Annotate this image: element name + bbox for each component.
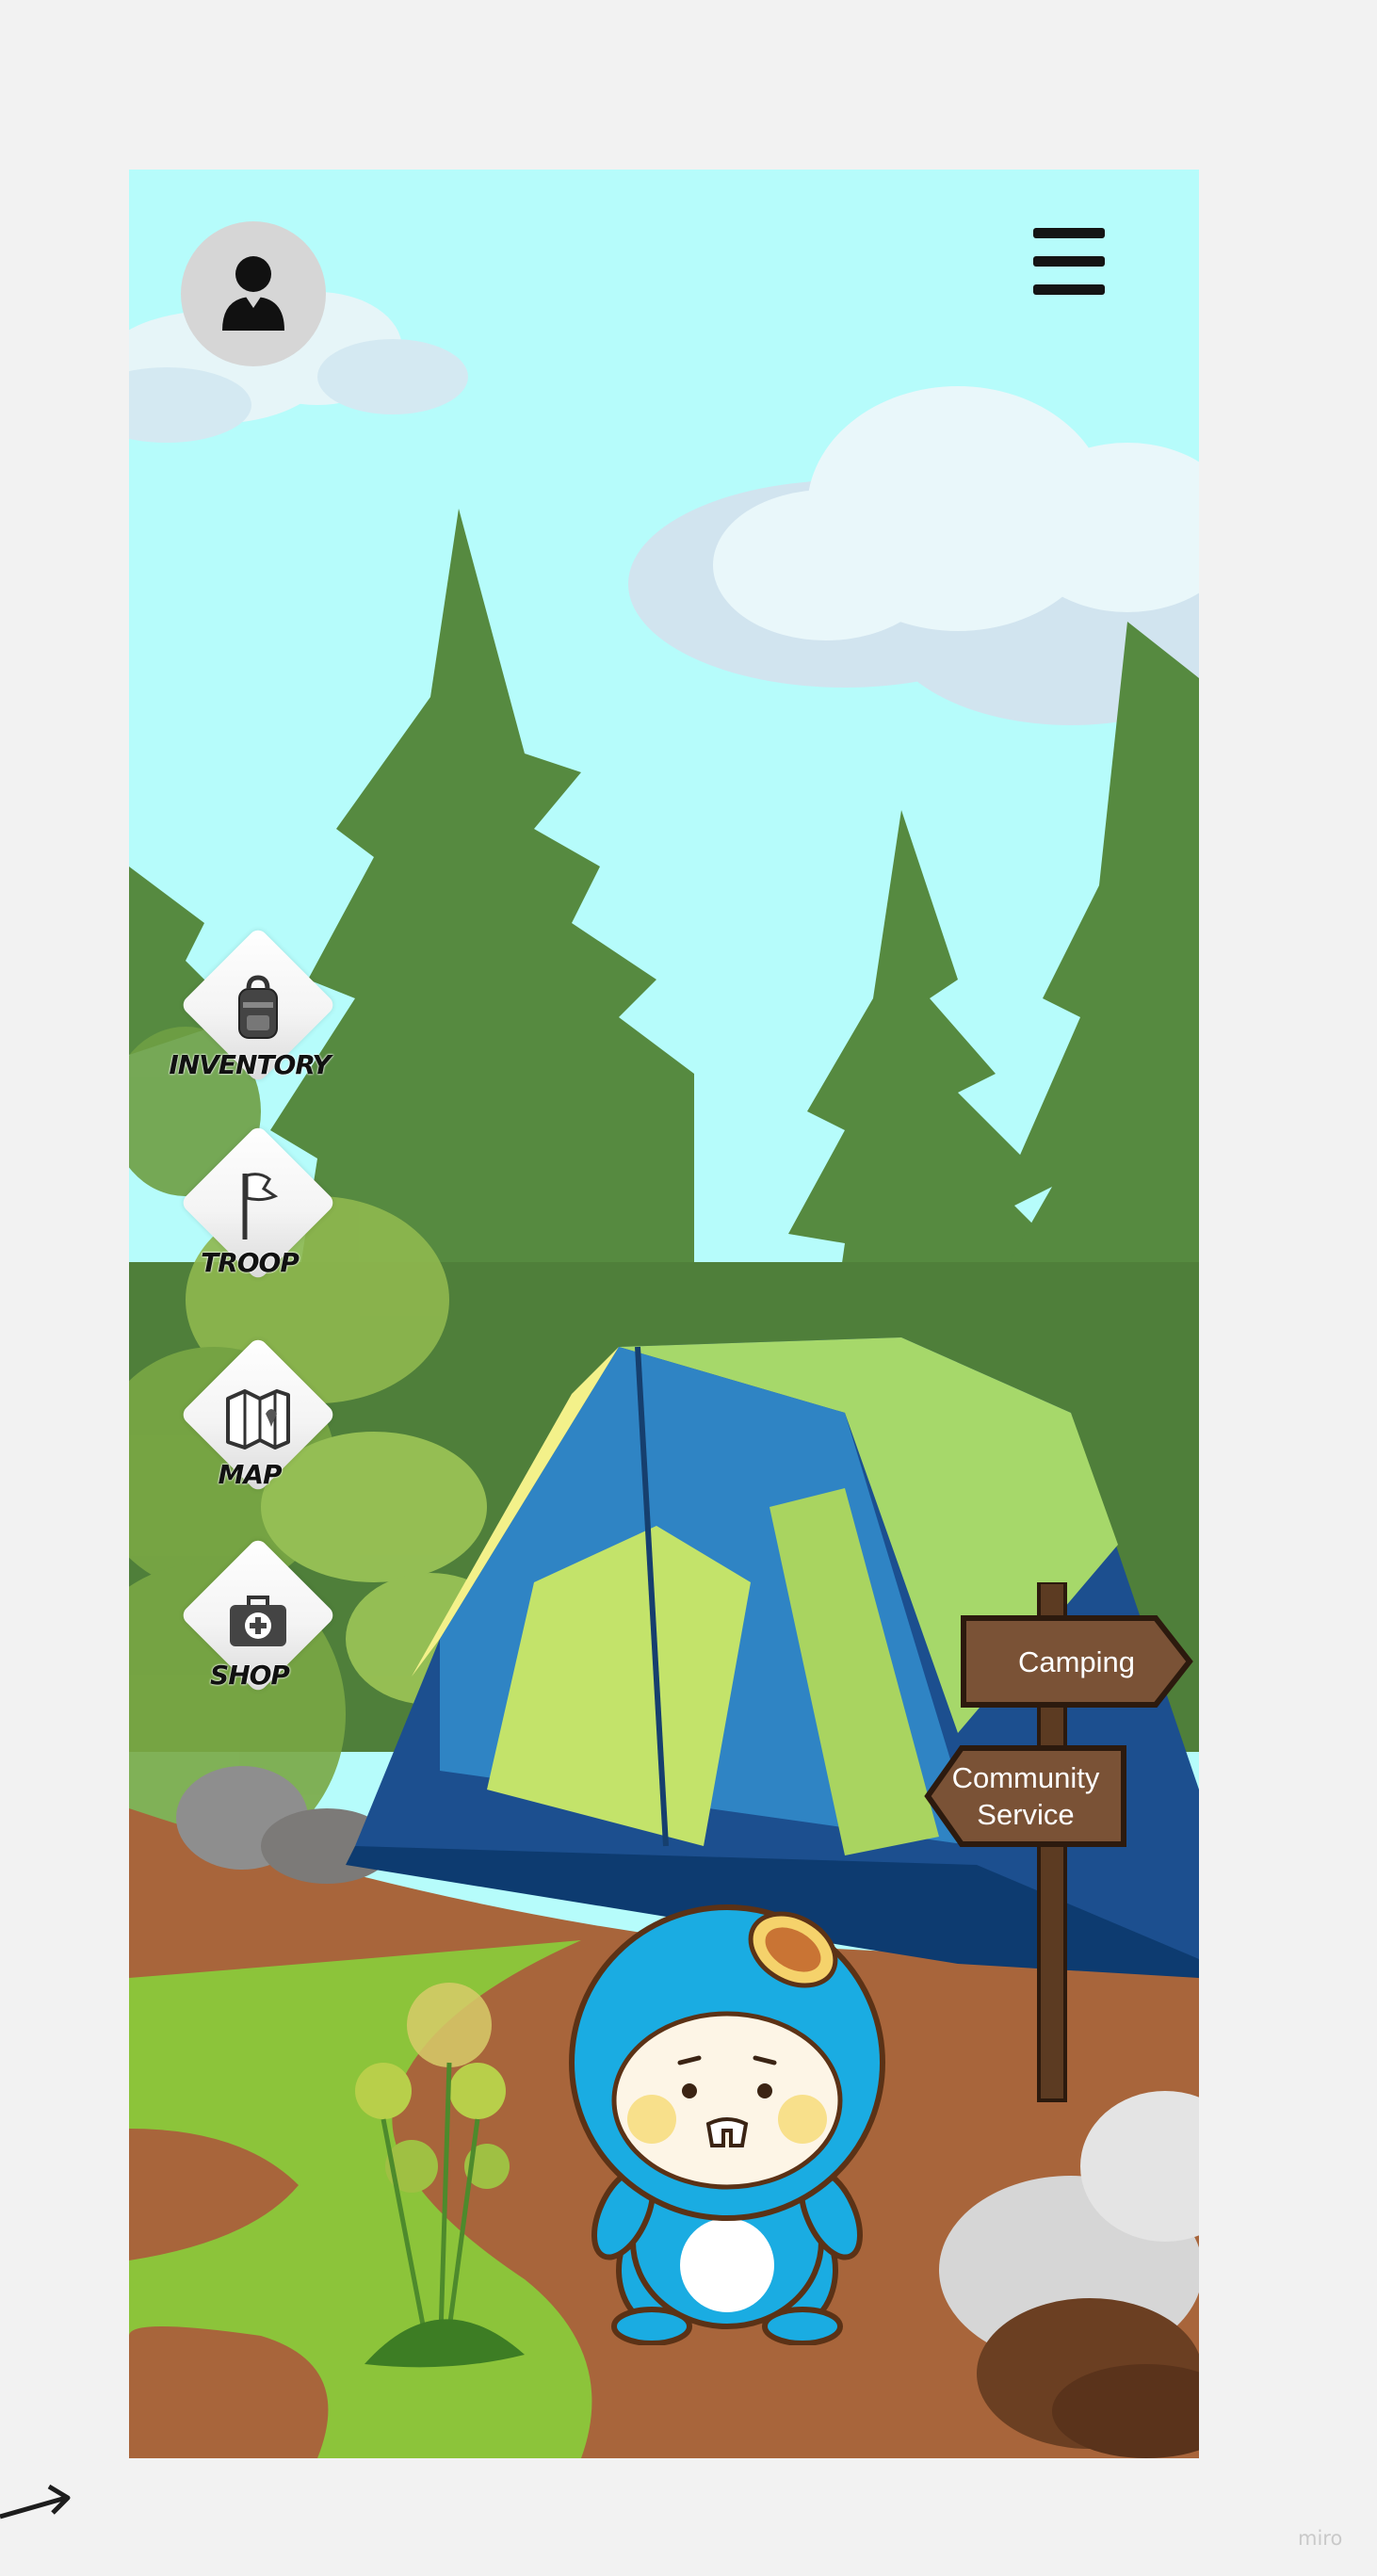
hamburger-menu-bar (1033, 256, 1105, 267)
hamburger-menu-icon (1033, 228, 1105, 238)
shop-label: SHOP (210, 1660, 290, 1691)
flag-icon (242, 1173, 279, 1239)
hamburger-menu-button[interactable] (1033, 228, 1105, 295)
hamburger-menu-bar (1033, 284, 1105, 295)
miro-watermark: miro (1298, 2527, 1343, 2550)
camping-sign-label: Camping (1017, 1644, 1136, 1678)
camping-sign[interactable]: Camping (958, 1612, 1195, 1710)
community-service-label-line2: Service (977, 1798, 1075, 1831)
side-menu-inventory[interactable]: INVENTORY (165, 926, 337, 1121)
side-menu-shop[interactable]: SHOP (165, 1536, 337, 1731)
connector-arrow (0, 2484, 71, 2519)
mascot-character[interactable] (558, 1893, 897, 2345)
community-service-label-line1: Community (951, 1761, 1100, 1794)
map-icon (226, 1389, 290, 1450)
side-menu-troop[interactable]: TROOP (165, 1124, 337, 1319)
community-service-sign[interactable]: Community Service (922, 1742, 1129, 1850)
user-icon (222, 256, 284, 331)
profile-avatar-button[interactable] (181, 221, 326, 366)
inventory-label: INVENTORY (169, 1049, 331, 1080)
backpack-icon (238, 975, 278, 1039)
map-label: MAP (218, 1459, 282, 1490)
first-aid-kit-icon (230, 1596, 286, 1646)
app-screen: Camping Community Service INVENTORY TROO… (129, 170, 1199, 2458)
troop-label: TROOP (201, 1247, 300, 1278)
side-menu-map[interactable]: MAP (165, 1336, 337, 1531)
